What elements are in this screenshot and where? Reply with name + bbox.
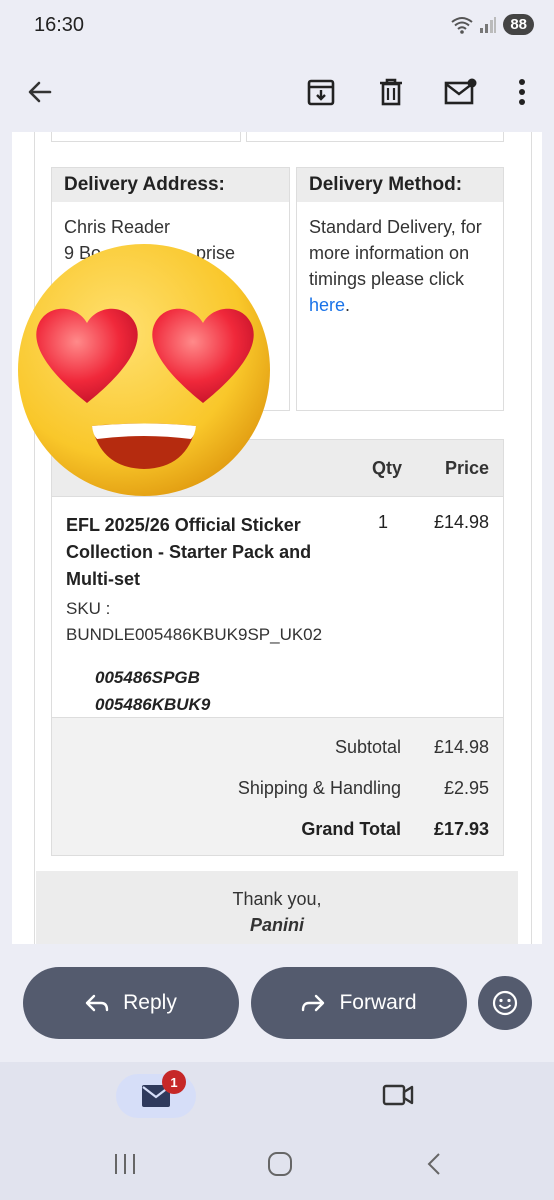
subtotal-label: Subtotal <box>334 737 401 757</box>
wifi-icon <box>451 16 473 34</box>
shipping-value: £2.95 <box>443 778 489 798</box>
home-icon[interactable] <box>267 1152 293 1176</box>
more-vert-icon <box>519 79 525 105</box>
system-back-icon[interactable] <box>425 1152 443 1176</box>
bottom-navigation: 1 <box>0 1062 554 1200</box>
order-totals: Subtotal £14.98 Shipping & Handling £2.9… <box>51 717 504 856</box>
sku-value: BUNDLE005486KBUK9SP_UK02 <box>66 625 323 644</box>
battery-indicator: 88 <box>503 14 534 35</box>
mail-unread-icon <box>444 78 477 105</box>
mark-unread-button[interactable] <box>439 70 483 114</box>
shipping-label: Shipping & Handling <box>237 778 401 798</box>
app-bar <box>0 52 554 132</box>
emoji-reaction-icon <box>492 990 518 1016</box>
price-column-header: Price <box>444 458 489 478</box>
forward-icon <box>302 994 325 1012</box>
archive-icon <box>307 79 335 106</box>
clock: 16:30 <box>34 14 85 36</box>
qty-column-header: Qty <box>372 458 403 478</box>
forward-button[interactable]: Forward <box>251 967 467 1039</box>
nav-meet-tab[interactable] <box>382 1082 414 1113</box>
reply-label: Reply <box>123 991 177 1014</box>
item-code: 005486KBUK9 <box>95 695 211 714</box>
unread-count-badge: 1 <box>162 1070 186 1094</box>
arrow-back-icon <box>28 81 52 103</box>
reply-icon <box>85 994 109 1012</box>
signal-icon <box>480 16 497 33</box>
item-price: £14.98 <box>433 512 489 532</box>
archive-button[interactable] <box>299 70 343 114</box>
delivery-info-link[interactable]: here <box>309 295 345 315</box>
payment-box-fragment <box>246 132 504 142</box>
delivery-method-text: Standard Delivery, for more information … <box>309 217 482 289</box>
email-footer: Thank you, Panini <box>36 871 518 944</box>
billing-box-fragment <box>51 132 241 142</box>
sku-label: SKU : <box>66 599 111 618</box>
forward-label: Forward <box>339 991 417 1014</box>
delivery-method-heading: Delivery Method: <box>297 168 503 202</box>
status-bar: 16:30 88 <box>0 0 554 52</box>
subtotal-value: £14.98 <box>433 737 489 757</box>
reply-button[interactable]: Reply <box>23 967 239 1039</box>
delivery-method-box: Delivery Method: Standard Delivery, for … <box>296 167 504 411</box>
status-icons: 88 <box>451 14 534 35</box>
delete-button[interactable] <box>369 70 413 114</box>
video-camera-icon <box>382 1084 414 1106</box>
more-options-button[interactable] <box>500 70 544 114</box>
thanks-text: Thank you, <box>232 889 322 909</box>
emoji-reaction-button[interactable] <box>478 976 532 1030</box>
back-button[interactable] <box>18 70 62 114</box>
heart-eyes-emoji-icon <box>18 244 270 496</box>
grand-total-label: Grand Total <box>301 819 401 839</box>
delivery-method-period: . <box>345 295 351 315</box>
item-code: 005486SPGB <box>95 668 200 687</box>
item-qty: 1 <box>378 512 389 532</box>
delivery-address-heading: Delivery Address: <box>52 168 289 202</box>
grand-total-value: £17.93 <box>433 819 489 839</box>
table-row: EFL 2025/26 Official Sticker Collection … <box>51 496 504 718</box>
item-name: EFL 2025/26 Official Sticker Collection … <box>66 515 312 589</box>
signature: Panini <box>249 915 304 935</box>
recent-apps-icon[interactable] <box>113 1152 137 1176</box>
trash-icon <box>380 78 402 106</box>
address-name: Chris Reader <box>64 217 171 237</box>
